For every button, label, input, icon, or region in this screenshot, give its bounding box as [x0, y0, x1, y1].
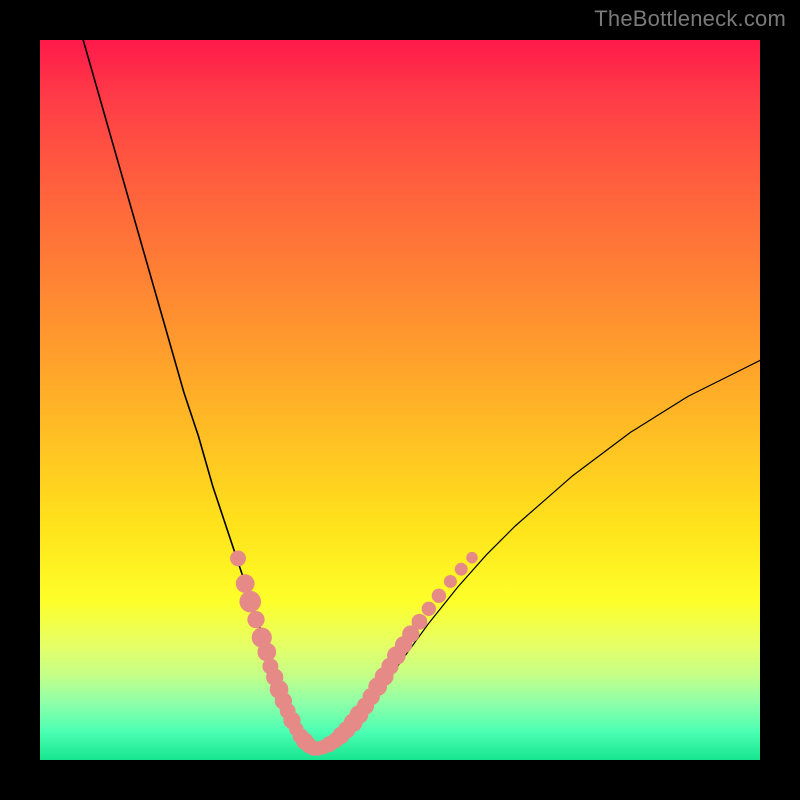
plot-area — [40, 40, 760, 760]
marker-group — [230, 550, 478, 755]
marker-dot — [466, 552, 478, 564]
marker-dot — [247, 611, 264, 628]
marker-dot — [239, 591, 261, 613]
curve-left — [83, 40, 313, 749]
marker-dot — [455, 563, 468, 576]
marker-dot — [257, 643, 276, 662]
marker-dot — [432, 589, 446, 603]
watermark: TheBottleneck.com — [594, 6, 786, 32]
marker-dot — [412, 614, 428, 630]
marker-dot — [230, 550, 246, 566]
chart-svg — [40, 40, 760, 760]
marker-dot — [422, 602, 436, 616]
frame: TheBottleneck.com — [0, 0, 800, 800]
marker-dot — [236, 574, 255, 593]
marker-dot — [444, 575, 457, 588]
